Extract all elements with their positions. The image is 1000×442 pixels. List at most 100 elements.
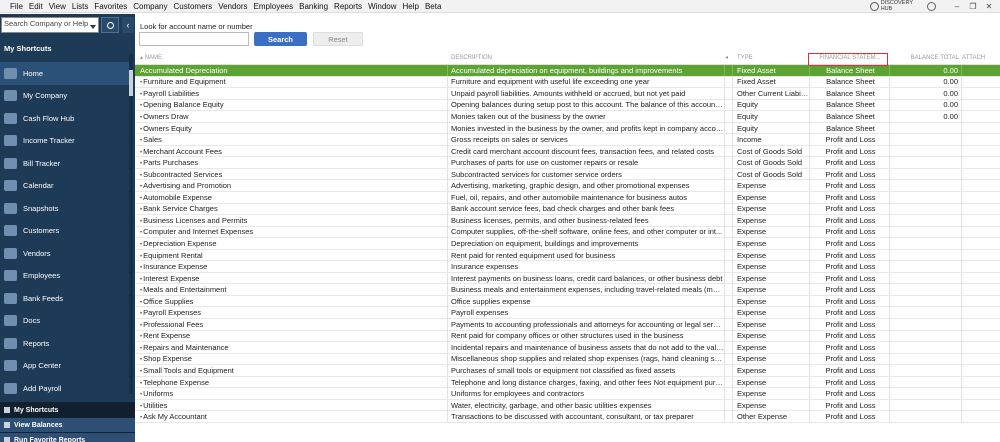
account-description-text: Accumulated depreciation on equipment, b… xyxy=(451,65,683,75)
account-type-text: Expense xyxy=(737,377,767,387)
menu-view[interactable]: View xyxy=(49,2,66,11)
table-row[interactable]: •Interest Expense Interest payments on bu… xyxy=(135,272,1000,285)
row-marker xyxy=(725,411,733,423)
sidebar-item-label: Snapshots xyxy=(23,203,59,213)
income-tracker-icon xyxy=(4,135,17,147)
row-marker xyxy=(725,191,733,203)
col-name-header[interactable]: ▴ NAME xyxy=(135,52,448,65)
tab-my-shortcuts[interactable]: My Shortcuts xyxy=(0,402,135,417)
tab-view-balances[interactable]: View Balances xyxy=(0,417,135,432)
restore-button[interactable]: ❐ xyxy=(968,2,978,11)
sidebar-item-bill-tracker[interactable]: Bill Tracker xyxy=(0,152,130,175)
account-name-text: Business Licenses and Permits xyxy=(143,215,248,225)
account-name-text: Sales xyxy=(143,135,162,145)
sidebar-item-add-payroll[interactable]: Add Payroll xyxy=(0,377,130,400)
table-row[interactable]: •Rent Expense Rent paid for company offic… xyxy=(135,330,1000,343)
table-row[interactable]: •Professional Fees Payments to accounting… xyxy=(135,318,1000,331)
balance-total xyxy=(890,237,962,249)
table-row[interactable]: •Advertising and Promotion Advertising, m… xyxy=(135,180,1000,193)
attach xyxy=(962,146,1000,157)
table-row[interactable]: •Meals and Entertainment Business meals a… xyxy=(135,284,1000,296)
table-row[interactable]: •Computer and Internet Expenses Computer … xyxy=(135,226,1000,239)
table-row[interactable]: •Sales Gross receipts on sales or service… xyxy=(135,134,1000,146)
table-row[interactable]: •Business Licenses and Permits Business l… xyxy=(135,214,1000,227)
sidebar-scrollbar[interactable] xyxy=(129,54,133,394)
table-row[interactable]: •Owners Equity Monies invested in the bus… xyxy=(135,122,1000,135)
sidebar-item-income-tracker[interactable]: Income Tracker xyxy=(0,130,130,153)
account-search-input[interactable] xyxy=(139,32,249,46)
menu-window[interactable]: Window xyxy=(368,2,396,11)
sidebar-item-employees[interactable]: Employees xyxy=(0,265,130,288)
menu-file[interactable]: File xyxy=(10,2,23,11)
discovery-hub-line2: HUB xyxy=(880,5,893,12)
sidebar-item-my-company[interactable]: My Company xyxy=(0,85,130,108)
menu-vendors[interactable]: Vendors xyxy=(218,2,247,11)
table-row[interactable]: •Payroll Liabilities Unpaid payroll liabi… xyxy=(135,87,1000,100)
menu-employees[interactable]: Employees xyxy=(254,2,294,11)
table-row[interactable]: •Parts Purchases Purchases of parts for u… xyxy=(135,157,1000,169)
clock-icon[interactable] xyxy=(927,2,936,11)
sidebar-item-label: Add Payroll xyxy=(23,383,62,393)
table-row[interactable]: •Opening Balance Equity Opening balances … xyxy=(135,99,1000,112)
table-row[interactable]: •Bank Service Charges Bank account servic… xyxy=(135,203,1000,216)
menu-help[interactable]: Help xyxy=(403,2,419,11)
sidebar-item-home[interactable]: Home xyxy=(0,62,130,85)
scrollbar-thumb[interactable] xyxy=(129,70,133,96)
table-row[interactable]: •Furniture and Equipment Furniture and eq… xyxy=(135,76,1000,89)
menu-lists[interactable]: Lists xyxy=(72,2,88,11)
menu-banking[interactable]: Banking xyxy=(299,2,328,11)
menu-beta[interactable]: Beta xyxy=(425,2,441,11)
sidebar-item-docs[interactable]: Docs xyxy=(0,310,130,333)
table-row[interactable]: •Repairs and Maintenance Incidental repai… xyxy=(135,341,1000,354)
menu-company[interactable]: Company xyxy=(133,2,167,11)
table-row[interactable]: •Office Supplies Office supplies expense E… xyxy=(135,295,1000,308)
minimize-button[interactable]: – xyxy=(952,2,962,11)
financial-statement-text: Balance Sheet xyxy=(826,123,875,133)
sidebar-item-calendar[interactable]: Calendar xyxy=(0,175,130,198)
bank-feeds-icon xyxy=(4,292,17,304)
table-row[interactable]: •Telephone Expense Telephone and long dis… xyxy=(135,376,1000,389)
menu-customers[interactable]: Customers xyxy=(174,2,213,11)
col-type-header[interactable]: TYPE xyxy=(733,52,810,65)
close-button[interactable]: ✕ xyxy=(984,2,994,11)
table-row[interactable]: •Equipment Rental Rent paid for rented eq… xyxy=(135,249,1000,262)
sidebar-item-customers[interactable]: Customers xyxy=(0,220,130,243)
table-row[interactable]: •Depreciation Expense Depreciation on equ… xyxy=(135,237,1000,250)
table-row[interactable]: •Utilities Water, electricity, garbage, a… xyxy=(135,399,1000,412)
sidebar-item-snapshots[interactable]: Snapshots xyxy=(0,197,130,220)
table-row[interactable]: •Ask My Accountant Transactions to be dis… xyxy=(135,411,1000,423)
sidebar-item-reports[interactable]: Reports xyxy=(0,332,130,355)
discovery-hub-button[interactable]: DISCOVERY HUB xyxy=(869,0,913,12)
table-row[interactable]: •Owners Draw Monies taken out of the busi… xyxy=(135,110,1000,123)
search-button[interactable] xyxy=(101,17,119,33)
menu-edit[interactable]: Edit xyxy=(29,2,43,11)
bullet-icon: • xyxy=(140,299,143,306)
search-company-input[interactable]: Search Company or Help xyxy=(1,17,99,33)
table-row[interactable]: •Insurance Expense Insurance expenses Expe… xyxy=(135,261,1000,273)
sidebar-item-bank-feeds[interactable]: Bank Feeds xyxy=(0,287,130,310)
table-row[interactable]: •Payroll Expenses Payroll expenses Expense… xyxy=(135,307,1000,320)
account-type-text: Other Expense xyxy=(737,412,788,422)
search-accounts-button[interactable]: Search xyxy=(254,32,307,46)
menu-favorites[interactable]: Favorites xyxy=(94,2,127,11)
attach xyxy=(962,250,1000,261)
table-row[interactable]: •Automobile Expense Fuel, oil, repairs, a… xyxy=(135,191,1000,204)
col-attach-header[interactable]: ATTACH xyxy=(962,52,1000,65)
tab-run-favorite-reports[interactable]: Run Favorite Reports xyxy=(0,432,135,442)
table-row[interactable]: Accumulated Depreciation Accumulated depr… xyxy=(135,64,1000,77)
table-row[interactable]: •Shop Expense Miscellaneous shop supplies… xyxy=(135,353,1000,366)
table-row[interactable]: •Merchant Account Fees Credit card mercha… xyxy=(135,145,1000,158)
sidebar-item-cash-flow-hub[interactable]: Cash Flow Hub xyxy=(0,107,130,130)
table-row[interactable]: •Small Tools and Equipment Purchases of s… xyxy=(135,365,1000,377)
chevron-down-icon[interactable] xyxy=(90,25,96,29)
table-row[interactable]: •Subcontracted Services Subcontracted ser… xyxy=(135,168,1000,181)
collapse-sidebar-button[interactable]: ‹ xyxy=(122,17,134,33)
table-row[interactable]: •Uniforms Uniforms for employees and cont… xyxy=(135,388,1000,400)
menu-reports[interactable]: Reports xyxy=(334,2,362,11)
sidebar-item-vendors[interactable]: Vendors xyxy=(0,242,130,265)
reset-button[interactable]: Reset xyxy=(313,32,363,46)
col-balance-total-header[interactable]: BALANCE TOTAL xyxy=(890,52,962,65)
col-description-header[interactable]: DESCRIPTION xyxy=(448,52,725,65)
financial-statement-text: Profit and Loss xyxy=(825,169,876,179)
sidebar-item-app-center[interactable]: App Center xyxy=(0,355,130,378)
